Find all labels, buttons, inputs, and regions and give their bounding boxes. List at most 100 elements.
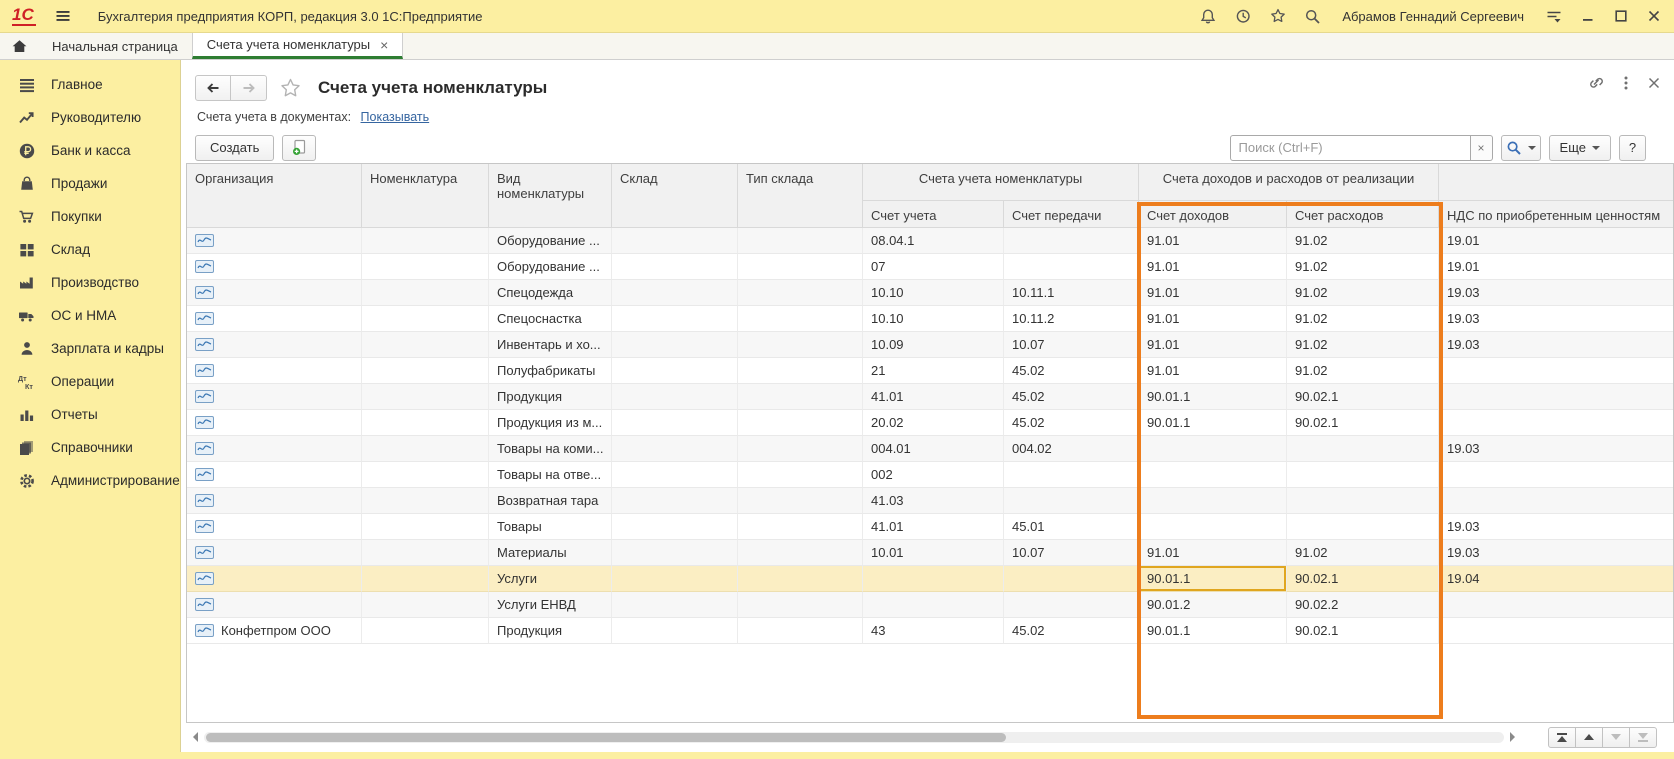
- sidebar-item-sklad[interactable]: Склад: [0, 233, 180, 266]
- table-row[interactable]: Оборудование ...08.04.191.0191.0219.01: [187, 228, 1674, 254]
- table-cell[interactable]: [738, 540, 863, 566]
- table-cell[interactable]: 91.01: [1139, 228, 1287, 254]
- table-row[interactable]: Полуфабрикаты2145.0291.0191.02: [187, 358, 1674, 384]
- table-cell[interactable]: Продукция из м...: [489, 410, 612, 436]
- table-cell[interactable]: [612, 280, 738, 306]
- close-form-icon[interactable]: [1646, 75, 1662, 91]
- table-row[interactable]: Конфетпром ОООПродукция4345.0290.01.190.…: [187, 618, 1674, 644]
- table-cell[interactable]: 19.03: [1439, 436, 1674, 462]
- table-cell[interactable]: [362, 410, 489, 436]
- table-cell[interactable]: 21: [863, 358, 1004, 384]
- table-cell[interactable]: [612, 410, 738, 436]
- maximize-icon[interactable]: [1613, 8, 1629, 24]
- previous-record-button[interactable]: [1575, 727, 1603, 748]
- table-cell[interactable]: 07: [863, 254, 1004, 280]
- table-cell[interactable]: [187, 332, 362, 358]
- table-cell[interactable]: 41.01: [863, 384, 1004, 410]
- table-cell[interactable]: [187, 488, 362, 514]
- table-cell[interactable]: 45.02: [1004, 618, 1139, 644]
- column-header-expense-account[interactable]: Счет расходов: [1287, 201, 1439, 228]
- sidebar-item-otchety[interactable]: Отчеты: [0, 398, 180, 431]
- current-user[interactable]: Абрамов Геннадий Сергеевич: [1342, 9, 1524, 24]
- table-row[interactable]: Оборудование ...0791.0191.0219.01: [187, 254, 1674, 280]
- help-button[interactable]: ?: [1619, 135, 1646, 161]
- table-cell[interactable]: 10.11.2: [1004, 306, 1139, 332]
- table-cell[interactable]: [1439, 592, 1674, 618]
- table-cell[interactable]: 45.02: [1004, 410, 1139, 436]
- column-header-nomenclature-type[interactable]: Вид номенклатуры: [489, 164, 612, 228]
- table-cell[interactable]: [187, 228, 362, 254]
- table-cell[interactable]: 91.01: [1139, 540, 1287, 566]
- table-cell[interactable]: 19.03: [1439, 514, 1674, 540]
- table-cell[interactable]: 10.09: [863, 332, 1004, 358]
- table-cell[interactable]: [1439, 462, 1674, 488]
- column-header-warehouse[interactable]: Склад: [612, 164, 738, 228]
- table-cell[interactable]: 004.02: [1004, 436, 1139, 462]
- sidebar-item-os-i-nma[interactable]: ОС и НМА: [0, 299, 180, 332]
- table-cell[interactable]: Спецоснастка: [489, 306, 612, 332]
- table-cell[interactable]: [1439, 488, 1674, 514]
- table-cell[interactable]: 45.01: [1004, 514, 1139, 540]
- table-cell[interactable]: [1004, 254, 1139, 280]
- table-cell[interactable]: [187, 306, 362, 332]
- table-cell[interactable]: 91.02: [1287, 540, 1439, 566]
- table-cell[interactable]: Конфетпром ООО: [187, 618, 362, 644]
- search-clear-icon[interactable]: ×: [1471, 135, 1493, 161]
- table-row[interactable]: Спецоснастка10.1010.11.291.0191.0219.03: [187, 306, 1674, 332]
- search-options-button[interactable]: [1501, 135, 1541, 161]
- table-cell[interactable]: [863, 592, 1004, 618]
- sidebar-item-pokupki[interactable]: Покупки: [0, 200, 180, 233]
- table-cell[interactable]: [738, 488, 863, 514]
- table-cell[interactable]: [187, 410, 362, 436]
- column-header-vat[interactable]: НДС по приобретенным ценностям: [1439, 201, 1674, 228]
- table-cell[interactable]: Продукция: [489, 618, 612, 644]
- table-cell[interactable]: [362, 566, 489, 592]
- sidebar-item-proizvodstvo[interactable]: Производство: [0, 266, 180, 299]
- table-row[interactable]: Услуги90.01.190.02.119.04: [187, 566, 1674, 592]
- table-cell[interactable]: [612, 384, 738, 410]
- forward-button[interactable]: [231, 75, 267, 101]
- table-cell[interactable]: 10.11.1: [1004, 280, 1139, 306]
- table-cell[interactable]: 91.02: [1287, 332, 1439, 358]
- table-cell[interactable]: [187, 566, 362, 592]
- table-cell[interactable]: [738, 384, 863, 410]
- table-cell[interactable]: Возвратная тара: [489, 488, 612, 514]
- table-cell[interactable]: 19.03: [1439, 540, 1674, 566]
- table-row[interactable]: Товары на отве...002: [187, 462, 1674, 488]
- scroll-left-icon[interactable]: [188, 732, 198, 742]
- table-cell[interactable]: 45.02: [1004, 384, 1139, 410]
- table-cell[interactable]: Продукция: [489, 384, 612, 410]
- table-cell[interactable]: [738, 410, 863, 436]
- table-cell[interactable]: [1139, 436, 1287, 462]
- column-header-transfer-account[interactable]: Счет передачи: [1004, 201, 1139, 228]
- table-cell[interactable]: [612, 332, 738, 358]
- column-header-organization[interactable]: Организация: [187, 164, 362, 228]
- table-cell[interactable]: Полуфабрикаты: [489, 358, 612, 384]
- table-cell[interactable]: Спецодежда: [489, 280, 612, 306]
- table-cell[interactable]: 10.10: [863, 280, 1004, 306]
- sidebar-item-spravochniki[interactable]: Справочники: [0, 431, 180, 464]
- table-cell[interactable]: [738, 462, 863, 488]
- table-cell[interactable]: [738, 592, 863, 618]
- table-cell[interactable]: [362, 280, 489, 306]
- sidebar-item-bank-i-kassa[interactable]: Банк и касса: [0, 134, 180, 167]
- table-cell[interactable]: 90.02.1: [1287, 566, 1439, 592]
- table-cell[interactable]: 002: [863, 462, 1004, 488]
- table-cell[interactable]: [1004, 488, 1139, 514]
- table-cell[interactable]: [1139, 488, 1287, 514]
- table-cell[interactable]: 41.03: [863, 488, 1004, 514]
- table-cell[interactable]: [362, 488, 489, 514]
- table-cell[interactable]: [187, 358, 362, 384]
- table-cell[interactable]: 19.03: [1439, 280, 1674, 306]
- table-cell[interactable]: 91.02: [1287, 358, 1439, 384]
- table-cell[interactable]: [362, 228, 489, 254]
- next-record-button[interactable]: [1602, 727, 1630, 748]
- table-cell[interactable]: 10.07: [1004, 332, 1139, 358]
- table-cell[interactable]: [1004, 566, 1139, 592]
- column-header-income-account[interactable]: Счет доходов: [1139, 201, 1287, 228]
- table-cell[interactable]: 90.02.1: [1287, 384, 1439, 410]
- table-cell[interactable]: [738, 332, 863, 358]
- show-link[interactable]: Показывать: [361, 110, 430, 124]
- table-cell[interactable]: 90.01.1: [1139, 566, 1287, 592]
- table-cell[interactable]: Инвентарь и хо...: [489, 332, 612, 358]
